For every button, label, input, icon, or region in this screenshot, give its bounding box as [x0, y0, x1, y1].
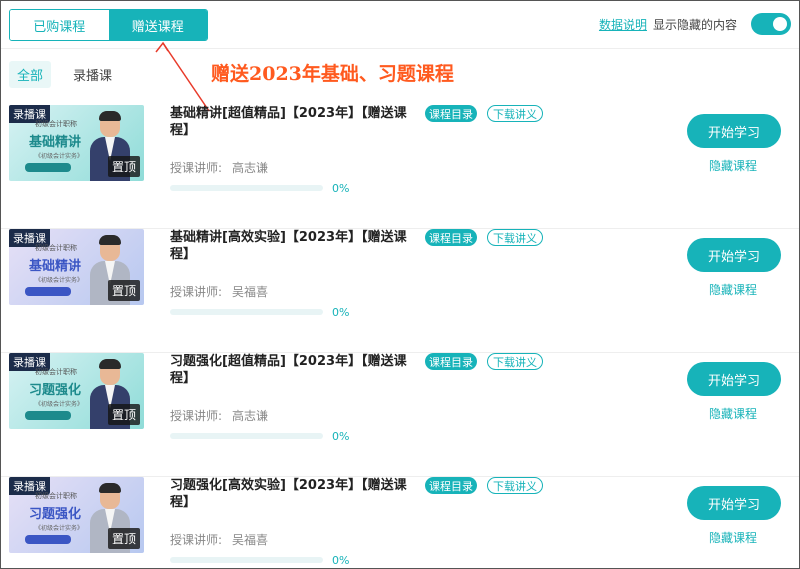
start-learning-button[interactable]: 开始学习	[687, 114, 781, 148]
teacher-info: 授课讲师: 吴福喜	[170, 531, 268, 548]
course-item: 录播课 初级会计职称 基础精讲 《初级会计实务》 置顶 基础精讲[高效实验]【2…	[1, 229, 799, 353]
teacher-name: 高志谦	[232, 161, 269, 175]
header-actions: 数据说明 显示隐藏的内容	[599, 11, 791, 37]
progress-text: 0%	[332, 306, 350, 319]
hide-course-link[interactable]: 隐藏课程	[709, 157, 757, 174]
pin-top-label[interactable]: 置顶	[107, 528, 140, 549]
teacher-label: 授课讲师:	[170, 409, 223, 423]
teacher-info: 授课讲师: 高志谦	[170, 407, 268, 424]
thumbnail-title: 习题强化	[29, 383, 82, 398]
tab-purchased-courses[interactable]: 已购课程	[10, 10, 109, 40]
progress-bar	[170, 309, 323, 315]
teacher-info: 授课讲师: 高志谦	[170, 159, 268, 176]
data-explanation-link[interactable]: 数据说明	[599, 16, 647, 33]
thumbnail-book: 《初级会计实务》	[35, 153, 84, 160]
thumbnail-tag	[25, 163, 71, 172]
course-title[interactable]: 习题强化[超值精品]【2023年】【赠送课程】	[170, 353, 415, 387]
course-catalog-button[interactable]: 课程目录	[425, 353, 477, 370]
download-handout-button[interactable]: 下载讲义	[487, 105, 543, 122]
start-learning-button[interactable]: 开始学习	[687, 238, 781, 272]
download-handout-button[interactable]: 下载讲义	[487, 477, 543, 494]
course-thumbnail[interactable]: 录播课 初级会计职称 习题强化 《初级会计实务》 置顶	[9, 477, 144, 553]
teacher-label: 授课讲师:	[170, 161, 223, 175]
portrait-hair	[99, 483, 121, 493]
teacher-label: 授课讲师:	[170, 285, 223, 299]
header-divider	[1, 48, 799, 49]
start-learning-button[interactable]: 开始学习	[687, 362, 781, 396]
progress-bar	[170, 185, 323, 191]
download-handout-button[interactable]: 下载讲义	[487, 353, 543, 370]
toggle-knob	[773, 17, 787, 31]
filter-recorded[interactable]: 录播课	[65, 61, 120, 88]
teacher-info: 授课讲师: 吴福喜	[170, 283, 268, 300]
course-catalog-button[interactable]: 课程目录	[425, 477, 477, 494]
thumbnail-title: 习题强化	[29, 507, 82, 522]
filter-all[interactable]: 全部	[9, 61, 52, 88]
progress-bar	[170, 557, 323, 563]
course-item: 录播课 初级会计职称 基础精讲 《初级会计实务》 置顶 基础精讲[超值精品]【2…	[1, 105, 799, 229]
course-title[interactable]: 习题强化[高效实验]【2023年】【赠送课程】	[170, 477, 415, 511]
course-thumbnail[interactable]: 录播课 初级会计职称 基础精讲 《初级会计实务》 置顶	[9, 229, 144, 305]
thumbnail-subtitle: 初级会计职称	[35, 244, 77, 252]
hide-course-link[interactable]: 隐藏课程	[709, 281, 757, 298]
portrait-hair	[99, 359, 121, 369]
course-title[interactable]: 基础精讲[高效实验]【2023年】【赠送课程】	[170, 229, 415, 263]
thumbnail-tag	[25, 287, 71, 296]
pin-top-label[interactable]: 置顶	[107, 280, 140, 301]
teacher-label: 授课讲师:	[170, 533, 223, 547]
progress-text: 0%	[332, 182, 350, 195]
course-tabs: 已购课程 赠送课程	[9, 9, 208, 41]
show-hidden-label: 显示隐藏的内容	[652, 17, 737, 32]
thumbnail-subtitle: 初级会计职称	[35, 492, 77, 500]
progress-text: 0%	[332, 554, 350, 567]
thumbnail-book: 《初级会计实务》	[35, 401, 84, 408]
thumbnail-book: 《初级会计实务》	[35, 525, 84, 532]
course-filters: 全部 录播课	[9, 61, 120, 88]
portrait-hair	[99, 235, 121, 245]
start-learning-button[interactable]: 开始学习	[687, 486, 781, 520]
tab-gift-courses[interactable]: 赠送课程	[108, 10, 207, 40]
thumbnail-title: 基础精讲	[29, 259, 82, 274]
course-item: 录播课 初级会计职称 习题强化 《初级会计实务》 置顶 习题强化[超值精品]【2…	[1, 353, 799, 477]
thumbnail-tag	[25, 535, 71, 544]
thumbnail-tag	[25, 411, 71, 420]
download-handout-button[interactable]: 下载讲义	[487, 229, 543, 246]
show-hidden-toggle[interactable]	[751, 13, 791, 35]
annotation-text: 赠送2023年基础、习题课程	[211, 63, 454, 85]
page-frame: 已购课程 赠送课程 数据说明 显示隐藏的内容 全部 录播课 赠送2023年基础、…	[0, 0, 800, 569]
thumbnail-title: 基础精讲	[29, 135, 82, 150]
progress-bar	[170, 433, 323, 439]
teacher-name: 高志谦	[232, 409, 269, 423]
course-catalog-button[interactable]: 课程目录	[425, 105, 477, 122]
course-title[interactable]: 基础精讲[超值精品]【2023年】【赠送课程】	[170, 105, 415, 139]
course-thumbnail[interactable]: 录播课 初级会计职称 基础精讲 《初级会计实务》 置顶	[9, 105, 144, 181]
thumbnail-subtitle: 初级会计职称	[35, 120, 77, 128]
teacher-name: 吴福喜	[232, 533, 269, 547]
pin-top-label[interactable]: 置顶	[107, 404, 140, 425]
teacher-name: 吴福喜	[232, 285, 269, 299]
course-thumbnail[interactable]: 录播课 初级会计职称 习题强化 《初级会计实务》 置顶	[9, 353, 144, 429]
hide-course-link[interactable]: 隐藏课程	[709, 529, 757, 546]
thumbnail-book: 《初级会计实务》	[35, 277, 84, 284]
course-item: 录播课 初级会计职称 习题强化 《初级会计实务》 置顶 习题强化[高效实验]【2…	[1, 477, 799, 568]
portrait-hair	[99, 111, 121, 121]
pin-top-label[interactable]: 置顶	[107, 156, 140, 177]
course-catalog-button[interactable]: 课程目录	[425, 229, 477, 246]
thumbnail-subtitle: 初级会计职称	[35, 368, 77, 376]
hide-course-link[interactable]: 隐藏课程	[709, 405, 757, 422]
progress-text: 0%	[332, 430, 350, 443]
